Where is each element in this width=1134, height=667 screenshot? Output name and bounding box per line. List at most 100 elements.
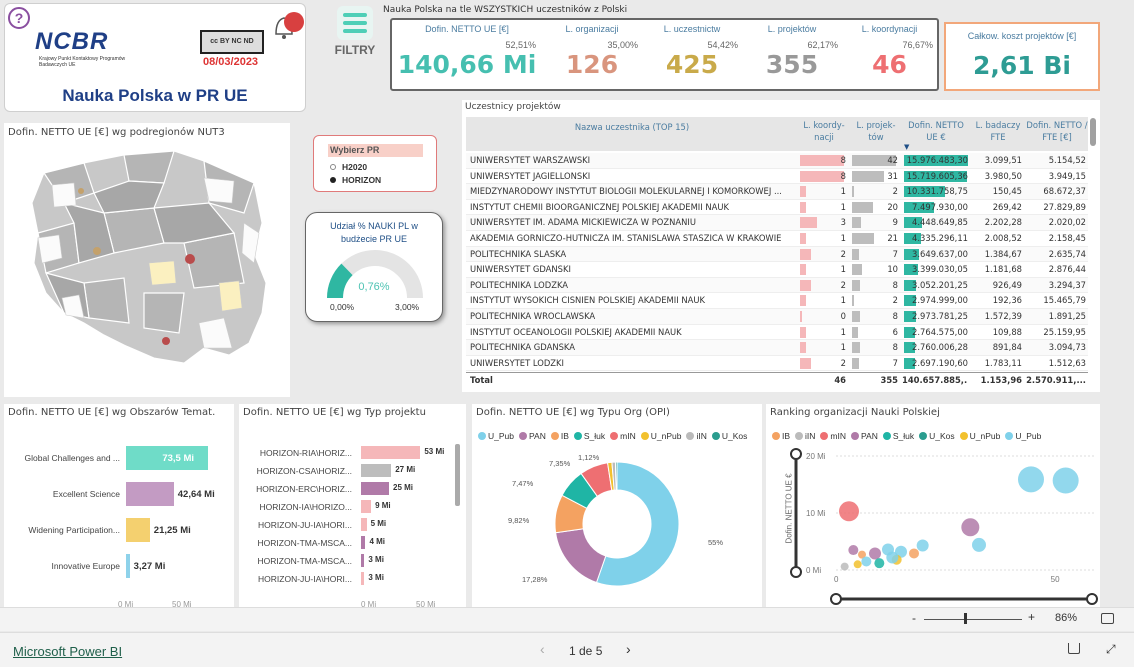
funding-per-fte-value: 3.094,73 [1048, 342, 1086, 353]
bar[interactable] [361, 464, 392, 477]
pr-option-label: HORIZON [342, 175, 382, 185]
funding-value: 4.335.296,11 [912, 233, 968, 243]
next-page-icon[interactable]: › [626, 641, 631, 657]
slice-label: 17,28% [522, 575, 548, 584]
bar-value-label: 27 Mi [395, 465, 416, 474]
bar[interactable] [361, 518, 367, 531]
table-row[interactable]: UNIWERSYTET JAGIELLONSKI 8 31 15.719.605… [466, 169, 1088, 185]
scatter-point[interactable] [848, 545, 859, 556]
kpi-pct: 35,00% [607, 40, 638, 50]
coord-count: 1 [840, 342, 846, 353]
scatter-point[interactable] [869, 547, 881, 560]
col-header-name[interactable]: Nazwa uczestnika (TOP 15) [466, 117, 798, 151]
kpi-label: Dofin. NETTO UE [€] [425, 24, 509, 34]
bar[interactable] [361, 500, 372, 513]
bar-category-label: Widening Participation... [28, 525, 120, 535]
donut-slice[interactable] [614, 461, 618, 491]
zoom-out-button[interactable]: - [912, 611, 916, 625]
bar[interactable] [361, 446, 421, 459]
gauge-title: Udział % NAUKI PL w [330, 221, 418, 231]
scatter-svg: 20 Mi 10 Mi 0 Mi 0 50 [790, 448, 1098, 605]
scatter-point[interactable] [1018, 466, 1044, 493]
zoom-slider[interactable] [924, 619, 1022, 620]
table-row[interactable]: INSTYTUT OCEANOLOGII POLSKIEJ AKADEMII N… [466, 325, 1088, 341]
kpi-uczestnictwa: L. uczestnictw 54,42% 425 [642, 20, 742, 90]
table-row[interactable]: MIEDZYNARODOWY INSTYTUT BIOLOGII MOLEKUL… [466, 184, 1088, 200]
scatter-point[interactable] [886, 551, 899, 564]
col-header-projects[interactable]: L. projek-tów [850, 117, 902, 151]
col-header-funding[interactable]: Dofin. NETTO UE € [902, 117, 970, 151]
pr-option-horizon[interactable]: HORIZON [330, 175, 381, 185]
scatter-point[interactable] [839, 501, 859, 522]
scatter-point[interactable] [909, 548, 919, 559]
participant-name: INSTYTUT OCEANOLOGII POLSKIEJ AKADEMII N… [470, 326, 682, 337]
scatter-point[interactable] [916, 539, 929, 552]
share-icon[interactable] [1068, 643, 1080, 654]
chart-scrollbar[interactable] [455, 444, 460, 506]
y-tick-label: 0 Mi [806, 566, 821, 575]
bar[interactable] [361, 554, 365, 567]
bar[interactable] [126, 554, 130, 578]
cc-license-icon: cc BY NC ND [200, 30, 264, 54]
zoom-in-button[interactable]: + [1028, 610, 1035, 624]
table-row[interactable]: POLITECHNIKA SLASKA 2 7 3.649.637,00 1.3… [466, 246, 1088, 263]
kpi-total-cost: Całkow. koszt projektów [€] 2,61 Bi [944, 22, 1100, 91]
thematic-area-chart: Dofin. NETTO UE [€] wg Obszarów Temat. G… [4, 404, 234, 609]
table-row[interactable]: UNIWERSYTET WARSZAWSKI 8 42 15.976.483,3… [466, 153, 1088, 169]
scatter-point[interactable] [874, 558, 885, 569]
bar[interactable] [126, 518, 150, 542]
participant-name: POLITECHNIKA GDANSKA [470, 342, 575, 353]
pr-option-h2020[interactable]: H2020 [330, 162, 367, 172]
slider-handle[interactable] [790, 448, 802, 460]
fullscreen-icon[interactable]: ⤢ [1106, 642, 1116, 657]
projects-count: 21 [887, 233, 898, 243]
x-tick-label: 0 [834, 575, 839, 584]
coord-count: 2 [840, 279, 846, 290]
table-row[interactable]: INSTYTUT CHEMII BIOORGANICZNEJ POLSKIEJ … [466, 200, 1088, 216]
slice-label: 1,12% [578, 453, 600, 462]
table-scrollbar[interactable] [1090, 118, 1096, 146]
bar[interactable] [126, 482, 174, 506]
scatter-point[interactable] [972, 537, 986, 552]
kpi-box: Dofin. NETTO UE [€] 52,51% 140,66 Mi L. … [390, 18, 939, 91]
slider-handle[interactable] [790, 566, 802, 578]
radio-selected-icon [330, 177, 336, 183]
scatter-point[interactable] [840, 562, 849, 571]
fte-value: 2.008,52 [984, 233, 1022, 243]
sort-desc-icon: ▼ [904, 143, 910, 151]
table-row[interactable]: UNIWERSYTET IM. ADAMA MICKIEWICZA W POZN… [466, 215, 1088, 231]
donut-slice[interactable] [555, 528, 607, 584]
kpi-label: L. koordynacji [861, 24, 918, 34]
fit-to-page-icon[interactable] [1101, 613, 1114, 624]
table-row[interactable]: POLITECHNIKA GDANSKA 1 8 2.760.006,28 89… [466, 340, 1088, 356]
scatter-point[interactable] [853, 560, 862, 569]
scatter-point[interactable] [1052, 467, 1079, 494]
prev-page-icon[interactable]: ‹ [540, 641, 545, 657]
scatter-point[interactable] [961, 518, 980, 537]
bar[interactable] [361, 536, 366, 549]
slider-handle[interactable] [830, 593, 842, 605]
powerbi-link[interactable]: Microsoft Power BI [13, 644, 122, 659]
slider-handle[interactable] [1086, 593, 1098, 605]
bar[interactable] [361, 482, 389, 495]
bar-value-label: 3 Mi [368, 555, 384, 564]
poland-map[interactable] [4, 123, 290, 397]
col-header-fte[interactable]: L. badaczy FTE [970, 117, 1026, 151]
table-row[interactable]: POLITECHNIKA LODZKA 2 8 3.052.201,25 926… [466, 277, 1088, 294]
scatter-point[interactable] [861, 556, 872, 567]
help-icon[interactable]: ? [8, 7, 30, 29]
zoom-slider-thumb[interactable] [964, 613, 967, 624]
funding-value: 2.973.781,25 [912, 311, 968, 321]
bar[interactable] [361, 572, 365, 585]
filters-button[interactable]: FILTRY [332, 6, 378, 62]
table-row[interactable]: INSTYTUT WYSOKICH CISNIEN POLSKIEJ AKADE… [466, 293, 1088, 309]
col-header-coord[interactable]: L. koordy-nacji [798, 117, 850, 151]
col-header-funding-per-fte[interactable]: Dofin. NETTO / FTE [€] [1026, 117, 1088, 151]
table-row[interactable]: AKADEMIA GORNICZO-HUTNICZA IM. STANISLAW… [466, 231, 1088, 247]
bar-category-label: HORIZON-JU-IA\HORI... [258, 573, 352, 584]
bell-icon[interactable] [270, 8, 306, 42]
table-row[interactable]: POLITECHNIKA WROCLAWSKA 0 8 2.973.781,25… [466, 309, 1088, 325]
table-row[interactable]: UNIWERSYTET LODZKI 2 7 2.697.190,60 1.78… [466, 356, 1088, 372]
kpi-value: 140,66 Mi [397, 50, 537, 79]
table-row[interactable]: UNIWERSYTET GDANSKI 1 10 3.399.030,05 1.… [466, 262, 1088, 278]
